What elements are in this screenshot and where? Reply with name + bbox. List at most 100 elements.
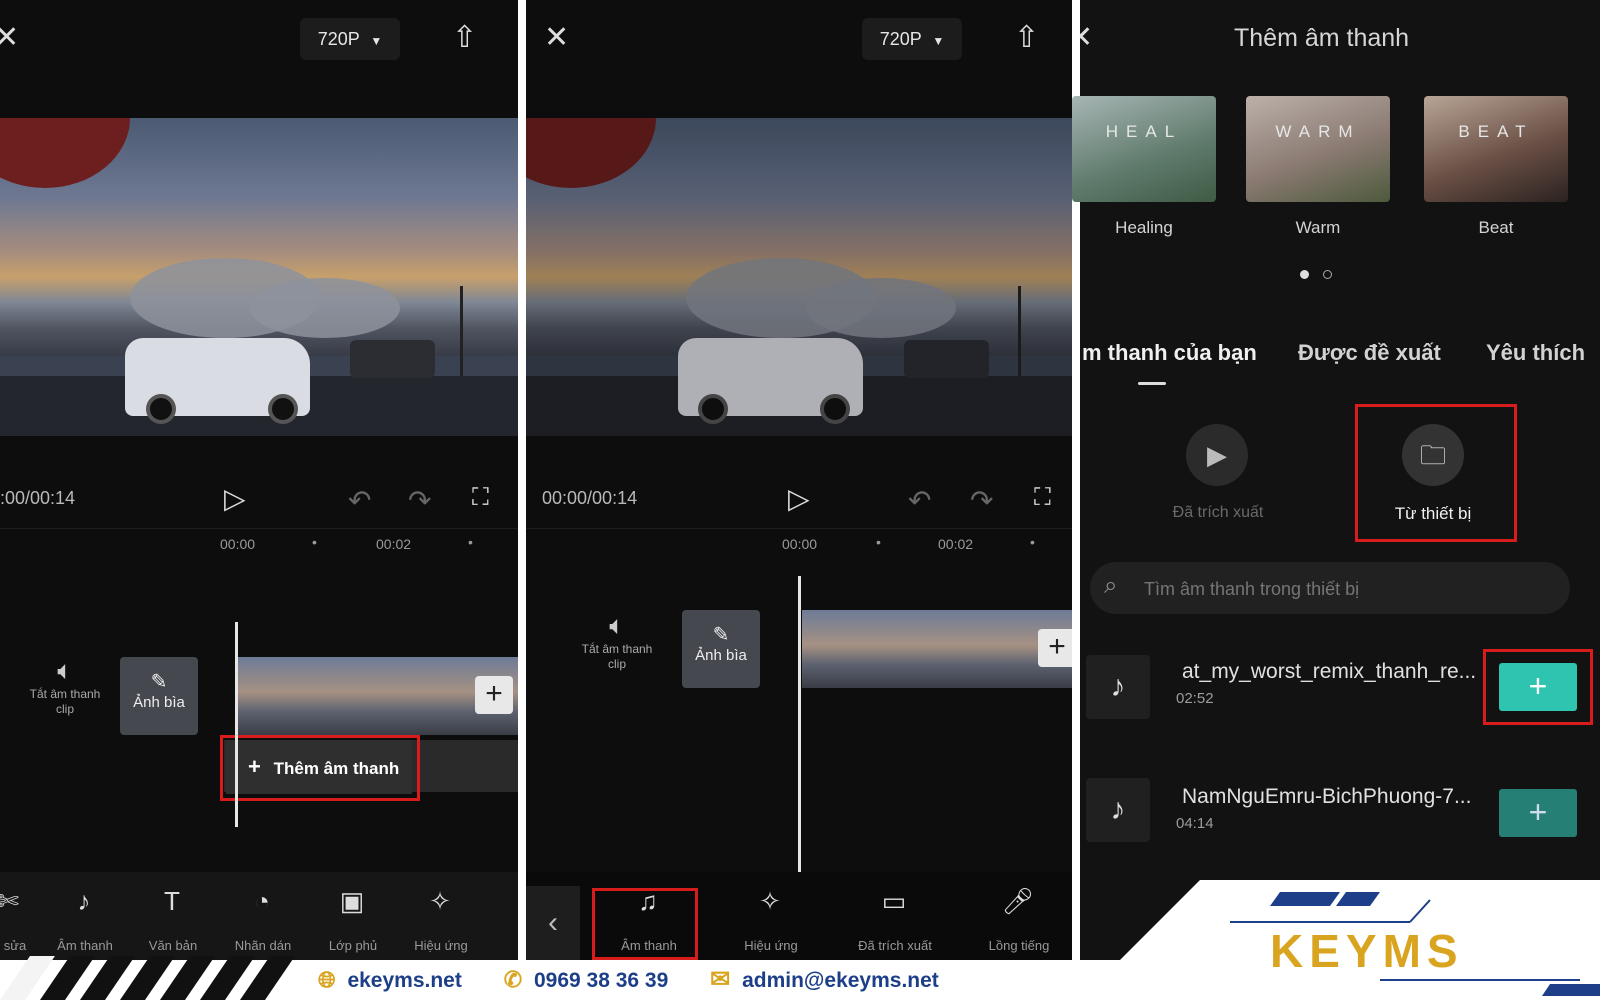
music-note-icon: ♪ [1086,778,1150,842]
clip-thumb[interactable] [802,610,879,688]
panel-title: Thêm âm thanh [1234,24,1410,52]
tool-label: Hiệu ứng [744,938,798,953]
card-label: Beat [1478,218,1514,237]
logo-text: KEYMS [1270,925,1464,977]
play-icon[interactable]: ▷ [788,482,810,515]
phone-number[interactable]: 0969 38 36 39 [534,969,668,992]
ruler-mark-0: 00:00 [782,536,818,552]
redo-icon[interactable]: ↷ [970,484,993,517]
globe-icon: 🌐︎ [318,967,336,992]
video-audio-icon: ▶︎ [1207,440,1227,470]
undo-icon[interactable]: ↶ [348,484,371,517]
sticker-icon[interactable]: ◔ [232,886,292,917]
tool-label: Lớp phủ [328,938,378,953]
card-label: Healing [1115,218,1173,237]
audio-category-card-beat[interactable]: BEAT [1424,96,1568,202]
close-icon[interactable]: ✕ [1080,20,1093,55]
cover-button[interactable]: ✎ Ảnh bìa [120,657,198,735]
back-button[interactable]: ‹ [526,886,580,960]
ruler-mark-1: 00:02 [376,536,412,552]
bottom-toolbar: ✄ ♪ T ◔ ▣ ✧ sửa Âm thanh Văn bản Nhãn dá… [0,872,518,960]
add-track-button[interactable]: + [1499,789,1577,837]
extracted-audio-button[interactable]: ▶︎ [1186,424,1248,486]
tool-label: Lồng tiếng [988,938,1050,953]
music-note-icon[interactable]: ♪ [54,886,114,917]
extracted-label: Đã trích xuất [1172,504,1264,521]
email-link[interactable]: admin@ekeyms.net [742,969,939,992]
video-preview [526,118,1072,436]
speaker-icon: 🔈︎ [609,610,625,640]
tool-label: Hiệu ứng [414,938,468,953]
caret-down-icon: ▼ [370,34,383,48]
audio-category-card-warm[interactable]: WARM [1246,96,1390,202]
playhead[interactable] [798,576,801,886]
tab-your-audio[interactable]: m thanh của bạn [1082,340,1257,366]
search-icon: ⌕ [1104,572,1118,599]
edit-pencil-icon: ✎ [150,671,168,693]
clip-thumb[interactable] [394,657,473,735]
tab-favorites[interactable]: Yêu thích [1486,340,1585,366]
tool-label: Âm thanh [57,938,113,953]
export-icon[interactable]: ⇧ [1014,20,1039,55]
logo-area: KEYMS [1080,880,1600,1000]
clip-thumb[interactable] [238,657,317,735]
editor-panel-1: ✕ 720P ▼ ⇧ :00/00:14 ▷ ↶ ↷ ⛶ 00:00 • 00:… [0,0,518,960]
add-clip-button[interactable]: + [1038,629,1072,667]
overlay-icon[interactable]: ▣ [322,886,382,917]
export-icon[interactable]: ⇧ [452,20,477,55]
brand-stripes-left [0,956,295,1000]
clip-thumb[interactable] [316,657,395,735]
play-icon[interactable]: ▷ [224,482,246,515]
effects-icon[interactable]: ✧ [740,886,800,917]
page-dot[interactable] [1323,270,1332,279]
page-dot-active[interactable] [1300,270,1309,279]
fullscreen-icon[interactable]: ⛶ [1034,484,1051,512]
edit-icon[interactable]: ✄ [0,886,38,917]
website-link[interactable]: ekeyms.net [347,969,461,992]
tool-label: Đã trích xuất [858,938,932,953]
highlight-box [220,735,420,801]
cover-button[interactable]: ✎ Ảnh bìa [682,610,760,688]
clip-thumb[interactable] [954,610,1031,688]
card-label: Warm [1295,218,1341,237]
tool-label: Văn bản [148,938,198,953]
fullscreen-icon[interactable]: ⛶ [472,484,489,512]
tool-label: Nhãn dán [234,938,292,953]
add-clip-button[interactable]: + [475,676,513,714]
microphone-icon[interactable]: 🎤︎ [988,886,1048,917]
search-bar[interactable]: ⌕ [1090,562,1570,614]
redo-icon[interactable]: ↷ [408,484,431,517]
highlight-box [592,888,698,960]
mail-icon: ✉ [710,966,731,993]
close-icon[interactable]: ✕ [544,20,569,55]
clip-thumb[interactable] [878,610,955,688]
active-tab-indicator [1138,382,1166,385]
folder-icon[interactable]: ▭ [864,886,924,917]
mute-label: Tắt âm thanh clip [29,687,101,716]
caret-down-icon: ▼ [932,34,945,48]
mute-label: Tắt âm thanh clip [581,642,653,671]
audio-category-card-healing[interactable]: HEAL [1072,96,1216,202]
cover-label: Ảnh bìa [695,647,747,664]
resolution-dropdown[interactable]: 720P ▼ [862,18,962,60]
phone-icon: ✆ [503,967,523,992]
playback-time: 00:00/00:14 [542,488,638,508]
resolution-dropdown[interactable]: 720P ▼ [300,18,400,60]
mute-clip-button[interactable]: 🔈︎ Tắt âm thanh clip [572,610,662,672]
highlight-box [1483,649,1593,725]
highlight-box [1355,404,1517,542]
ruler-mark-0: 00:00 [220,536,256,552]
undo-icon[interactable]: ↶ [908,484,931,517]
text-icon[interactable]: T [142,886,202,917]
close-icon[interactable]: ✕ [0,20,19,55]
cover-label: Ảnh bìa [133,694,185,711]
video-preview [0,118,518,436]
search-input[interactable] [1142,572,1546,606]
effects-icon[interactable]: ✧ [410,886,470,917]
edit-pencil-icon: ✎ [712,624,730,646]
mute-clip-button[interactable]: 🔈︎ Tắt âm thanh clip [20,655,110,717]
playback-time: :00/00:14 [0,488,76,508]
tab-recommended[interactable]: Được đề xuất [1298,340,1441,366]
playhead[interactable] [235,622,238,827]
track-duration: 04:14 [1176,815,1214,832]
